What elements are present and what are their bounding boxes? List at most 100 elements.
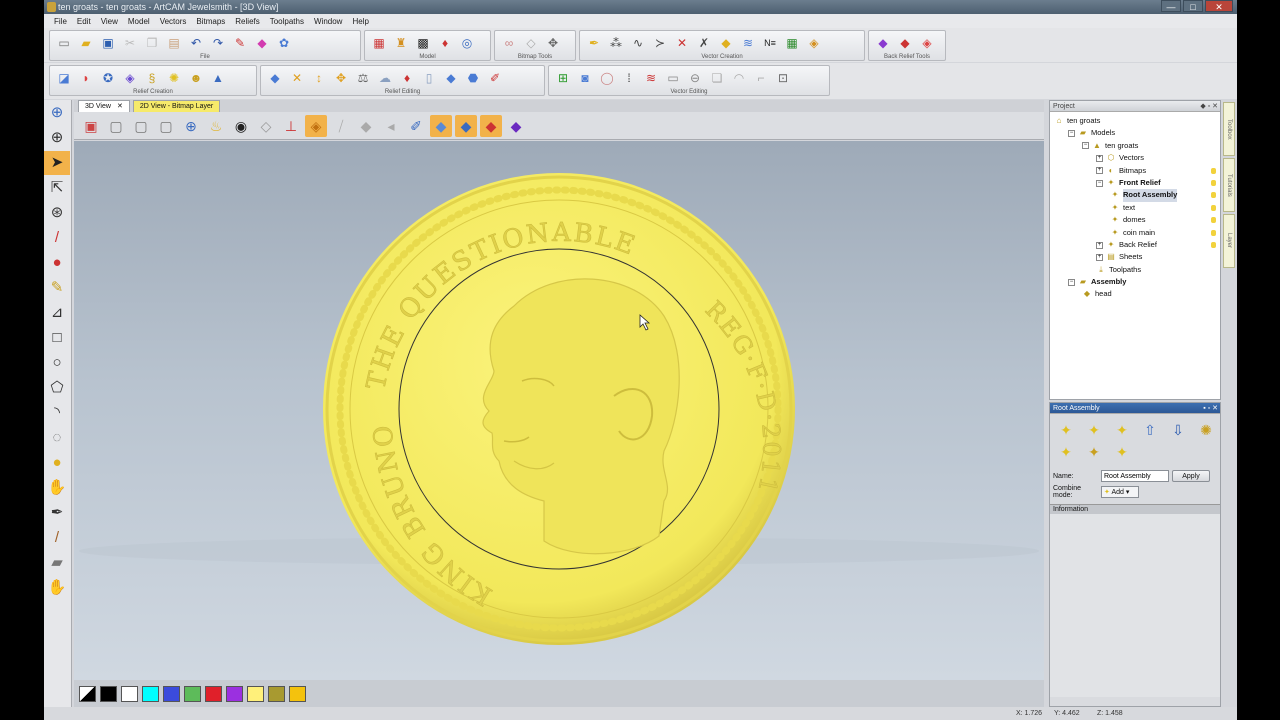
minimize-button[interactable]: — xyxy=(1161,0,1181,12)
vector-edit-arc-icon[interactable]: ◠ xyxy=(729,69,749,87)
relief-render-icon[interactable]: ◈ xyxy=(305,114,327,137)
top-view-icon[interactable]: ▢ xyxy=(105,115,127,137)
3d-viewport[interactable]: THE QUESTIONABLE KING BRUNO REG·F·D·2011 xyxy=(74,141,1044,680)
layer-figure-icon[interactable]: ✦ xyxy=(1082,442,1106,462)
new-icon[interactable]: ▭ xyxy=(54,34,74,52)
layer-import-icon[interactable]: ✦ xyxy=(1054,442,1078,462)
color-swatch-red[interactable] xyxy=(205,685,222,702)
vector-text-icon[interactable]: N≡ xyxy=(760,34,780,52)
ellipse-dotted-icon[interactable]: ◌ xyxy=(44,426,70,450)
visibility-bulb-icon[interactable] xyxy=(1211,217,1216,224)
menu-reliefs[interactable]: Reliefs xyxy=(235,17,259,26)
move-down-icon[interactable]: ⇩ xyxy=(1166,420,1190,440)
iso-view-icon[interactable]: ▣ xyxy=(80,115,102,137)
visibility-bulb-icon[interactable] xyxy=(1211,192,1216,199)
expand-icon[interactable]: + xyxy=(1096,253,1103,261)
select-pointer-icon[interactable]: ➤ xyxy=(44,151,70,175)
cut-icon[interactable]: ✂ xyxy=(120,34,140,52)
layer-4-icon[interactable]: ◆ xyxy=(505,115,527,137)
redo-icon[interactable]: ↷ xyxy=(208,34,228,52)
visibility-bulb-icon[interactable] xyxy=(1211,167,1216,174)
side-view-icon[interactable]: ▢ xyxy=(155,115,177,137)
light-icon[interactable]: ♨ xyxy=(205,115,227,137)
brush-icon[interactable]: ✎ xyxy=(44,276,70,300)
wire-icon[interactable]: ⧸ xyxy=(330,115,352,137)
color-swatch-primary[interactable] xyxy=(79,685,96,702)
vector-stack-icon[interactable]: ◈ xyxy=(804,34,824,52)
side-tab-toolbox[interactable]: Toolbox xyxy=(1223,102,1235,156)
zoom-icon[interactable]: ⊕ xyxy=(44,101,70,125)
tree-node[interactable]: ⤓ Toolpaths xyxy=(1050,264,1220,276)
save-icon[interactable]: ▣ xyxy=(98,34,118,52)
relief-edit-3-icon[interactable]: ↕ xyxy=(309,69,329,87)
relief-shape-icon[interactable]: ◪ xyxy=(54,69,74,87)
color-swatch-olive[interactable] xyxy=(268,685,285,702)
tree-node[interactable]: ✦ text xyxy=(1050,202,1220,214)
name-input[interactable] xyxy=(1101,470,1169,482)
globe-icon[interactable]: ⊕ xyxy=(44,126,70,150)
model-figure-icon[interactable]: ♜ xyxy=(391,34,411,52)
back-relief-1-icon[interactable]: ◆ xyxy=(873,34,893,52)
tree-node[interactable]: + ⬡ Vectors xyxy=(1050,152,1220,164)
knife-icon[interactable]: / xyxy=(44,526,70,550)
side-tab-tutorials[interactable]: Tutorials xyxy=(1223,158,1235,212)
plane-icon[interactable]: ◇ xyxy=(255,115,277,137)
vector-curve-icon[interactable]: ∿ xyxy=(628,34,648,52)
visibility-bulb-icon[interactable] xyxy=(1211,229,1216,236)
undo-icon[interactable]: ↶ xyxy=(186,34,206,52)
eye-icon[interactable]: ◉ xyxy=(230,115,252,137)
relief-edit-1-icon[interactable]: ◆ xyxy=(265,69,285,87)
tree-node[interactable]: + ✦ Back Relief xyxy=(1050,239,1220,251)
vector-edit-wave-icon[interactable]: ≋ xyxy=(641,69,661,87)
tab-2d-view-bitmap-layer[interactable]: 2D View - Bitmap Layer xyxy=(132,100,221,112)
bitmap-link-icon[interactable]: ∞ xyxy=(499,34,519,52)
relief-sweep-icon[interactable]: ◗ xyxy=(76,69,96,87)
bitmap-tools-icon[interactable]: ✥ xyxy=(543,34,563,52)
menu-vectors[interactable]: Vectors xyxy=(160,17,187,26)
color-swatch-purple[interactable] xyxy=(226,685,243,702)
hand-icon[interactable]: ✋ xyxy=(44,576,70,600)
open-icon[interactable]: ▰ xyxy=(76,34,96,52)
close-button[interactable]: ✕ xyxy=(1205,0,1233,12)
color-swatch-cyan[interactable] xyxy=(142,685,159,702)
relief-paste-icon[interactable]: ▲ xyxy=(208,69,228,87)
menu-edit[interactable]: Edit xyxy=(77,17,91,26)
tree-node[interactable]: ◆ head xyxy=(1050,288,1220,300)
tree-node[interactable]: + ▤ Sheets xyxy=(1050,251,1220,263)
expand-icon[interactable]: + xyxy=(1096,154,1103,162)
vector-edit-frame-icon[interactable]: ⊡ xyxy=(773,69,793,87)
polyline-icon[interactable]: ⊿ xyxy=(44,301,70,325)
panel-pin-icon[interactable]: ◆ ▫ ✕ xyxy=(1200,101,1218,112)
polygon-icon[interactable]: ⬠ xyxy=(44,376,70,400)
vector-edit-corner-icon[interactable]: ⌐ xyxy=(751,69,771,87)
vector-grid-icon[interactable]: ▦ xyxy=(782,34,802,52)
tree-node[interactable]: − ▲ ten groats xyxy=(1050,140,1220,152)
vector-edit-add-icon[interactable]: ⊞ xyxy=(553,69,573,87)
move-up-icon[interactable]: ⇧ xyxy=(1138,420,1162,440)
relief-edit-7-icon[interactable]: ♦ xyxy=(397,69,417,87)
tree-node[interactable]: − ▰ Assembly xyxy=(1050,276,1220,288)
tree-node[interactable]: ✦ Root Assembly xyxy=(1050,189,1220,202)
relief-edit-4-icon[interactable]: ✥ xyxy=(331,69,351,87)
pen-icon[interactable]: / xyxy=(44,226,70,250)
layer-export-icon[interactable]: ✦ xyxy=(1110,442,1134,462)
expand-icon[interactable]: + xyxy=(1096,167,1103,175)
vector-wave-icon[interactable]: ≋ xyxy=(738,34,758,52)
menu-model[interactable]: Model xyxy=(128,17,150,26)
vector-edit-select-icon[interactable]: ⁞ xyxy=(619,69,639,87)
edit-notes-icon[interactable]: ✎ xyxy=(230,34,250,52)
color-swatch-green[interactable] xyxy=(184,685,201,702)
copy-layer-icon[interactable]: ✦ xyxy=(1110,420,1134,440)
collapse-icon[interactable]: − xyxy=(1068,278,1075,286)
relief-edit-2-icon[interactable]: ✕ xyxy=(287,69,307,87)
add-layer-icon[interactable]: ✦ xyxy=(1054,420,1078,440)
front-view-icon[interactable]: ▢ xyxy=(130,115,152,137)
vector-arrow-icon[interactable]: ≻ xyxy=(650,34,670,52)
vector-nodes-icon[interactable]: ⁂ xyxy=(606,34,626,52)
tree-node[interactable]: ✦ domes xyxy=(1050,214,1220,226)
panel-window-icon[interactable]: ▪ ▫ ✕ xyxy=(1203,403,1218,414)
collapse-icon[interactable]: − xyxy=(1096,179,1103,187)
model-image-icon[interactable]: ▩ xyxy=(413,34,433,52)
relief-edit-9-icon[interactable]: ◆ xyxy=(441,69,461,87)
vector-edit-copy-icon[interactable]: ❏ xyxy=(707,69,727,87)
